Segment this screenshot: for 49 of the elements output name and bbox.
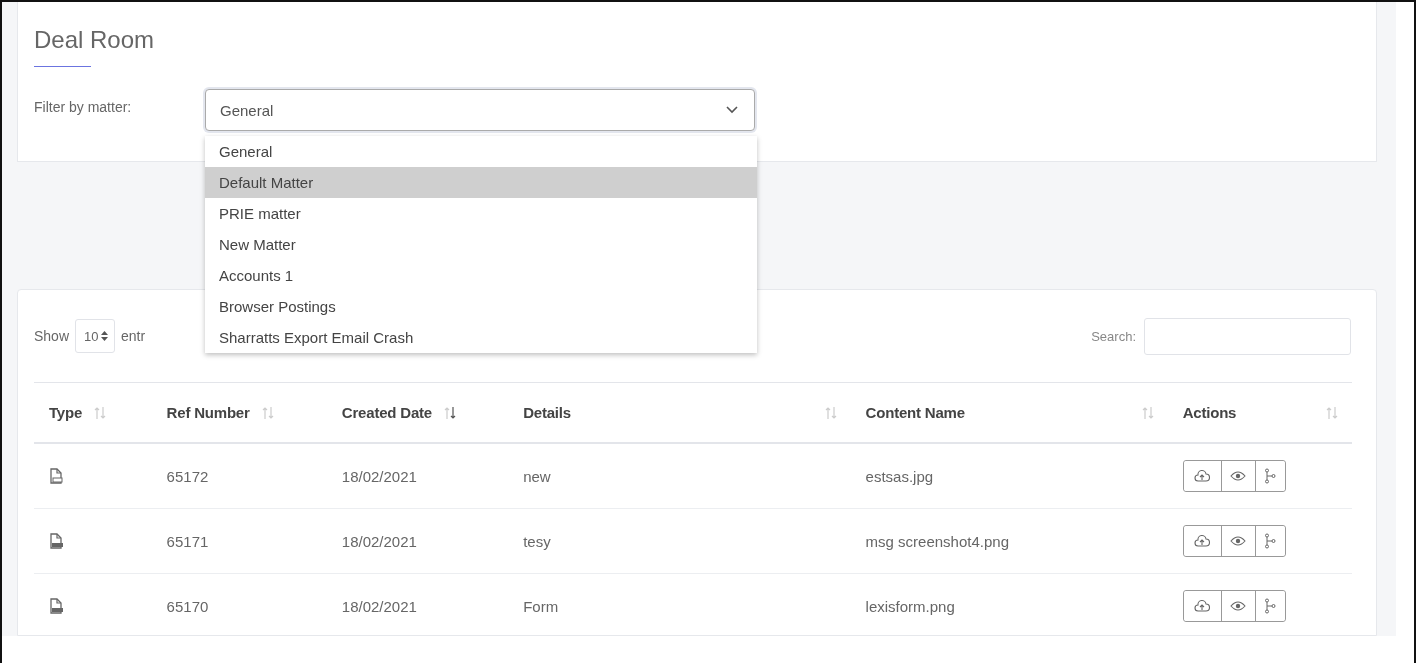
table-cell: new (523, 467, 551, 485)
table-cell: msg screenshot4.png (865, 532, 1009, 550)
cloud-upload-icon (1194, 534, 1211, 548)
table-cell: 65171 (166, 532, 209, 550)
search-label: Search: (1091, 328, 1136, 344)
chevron-down-icon (726, 106, 738, 114)
branch-icon (1264, 598, 1277, 614)
table-cell: Form (523, 597, 559, 615)
dropdown-option[interactable]: Browser Postings (205, 291, 757, 322)
dropdown-option[interactable]: Sharratts Export Email Crash (205, 322, 757, 353)
column-header[interactable]: Actions (1182, 404, 1237, 421)
table-cell: tesy (523, 532, 551, 550)
table-cell: 18/02/2021 (341, 597, 417, 615)
select-value: General (220, 101, 274, 119)
dropdown-option[interactable]: New Matter (205, 229, 757, 260)
table-cell: 65172 (166, 467, 209, 485)
show-label: Show (34, 328, 70, 344)
table-cell: lexisform.png (865, 597, 955, 615)
branch-button[interactable] (1254, 461, 1285, 491)
matter-select[interactable]: General (205, 89, 755, 131)
column-header[interactable]: Type (49, 404, 83, 421)
cloud-upload-icon (1194, 599, 1211, 613)
column-header[interactable]: Created Date (341, 404, 432, 421)
branch-button[interactable] (1254, 591, 1285, 621)
dropdown-option[interactable]: General (205, 136, 757, 167)
dropdown-option[interactable]: Accounts 1 (205, 260, 757, 291)
cloud-upload-icon (1194, 469, 1211, 483)
sort-icon[interactable] (443, 405, 456, 420)
table-cell: 18/02/2021 (341, 532, 417, 550)
eye-icon (1230, 535, 1247, 547)
page-title: Deal Room (34, 25, 156, 55)
table-cell: 65170 (166, 597, 209, 615)
dropdown-option[interactable]: Default Matter (205, 167, 757, 198)
branch-button[interactable] (1254, 526, 1285, 556)
dropdown-option[interactable]: PRIE matter (205, 198, 757, 229)
page-size-select[interactable]: 10 (75, 319, 116, 353)
entries-label: entr (121, 328, 146, 344)
column-header[interactable]: Details (523, 404, 571, 421)
branch-icon (1264, 468, 1277, 484)
column-header[interactable]: Content Name (865, 404, 965, 421)
branch-icon (1264, 533, 1277, 549)
eye-icon (1230, 470, 1247, 482)
filter-label: Filter by matter: (34, 98, 133, 115)
column-header[interactable]: Ref Number (166, 404, 250, 421)
eye-icon (1230, 600, 1247, 612)
search-field[interactable] (1144, 317, 1351, 355)
updown-icon (101, 331, 109, 341)
table-cell: 18/02/2021 (341, 467, 417, 485)
table-cell: estsas.jpg (865, 467, 934, 485)
